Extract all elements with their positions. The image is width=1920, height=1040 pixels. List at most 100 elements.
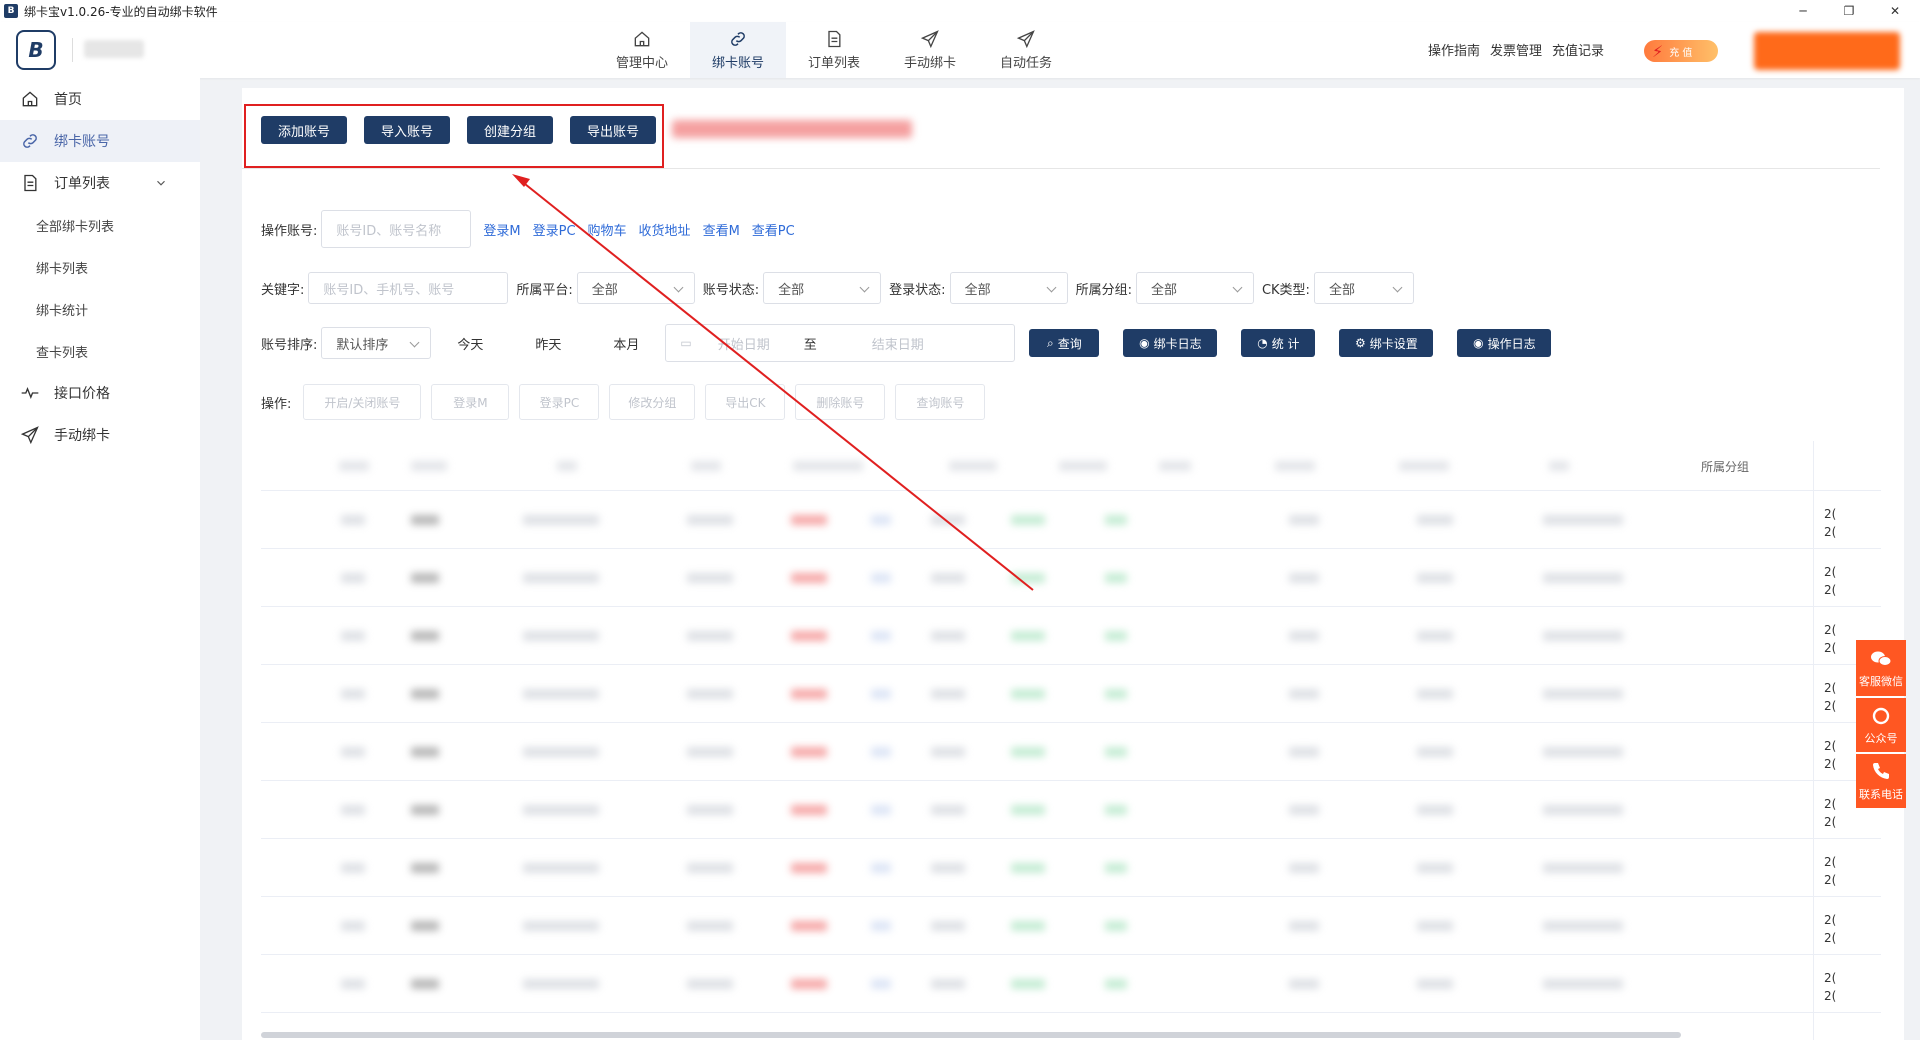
table-row[interactable]	[261, 665, 1881, 723]
bind-log-button[interactable]: ◉ 绑卡日志	[1123, 329, 1218, 357]
link-recharge-record[interactable]: 充值记录	[1552, 40, 1604, 59]
nav-item-manual-bind[interactable]: 手动绑卡	[882, 22, 978, 78]
notice-blurred	[672, 120, 912, 138]
modify-group-button[interactable]: 修改分组	[609, 384, 696, 420]
day-yesterday[interactable]: 昨天	[509, 334, 587, 353]
header-cell-blurred	[949, 461, 997, 471]
table-cell-blurred	[1289, 805, 1319, 815]
query-button[interactable]: ⌕ 查询	[1029, 329, 1100, 357]
table-row[interactable]	[261, 723, 1881, 781]
nav-item-auto-task[interactable]: 自动任务	[978, 22, 1074, 78]
export-account-button[interactable]: 导出账号	[570, 116, 656, 144]
nav-item-admin[interactable]: 管理中心	[594, 22, 690, 78]
table-cell-blurred	[931, 979, 965, 989]
platform-label: 所属平台:	[516, 282, 573, 298]
accounts-table: 所属分组 2(2(2(2(2(2(2(2(2(2(2(2(2(2(2(2(2(2…	[261, 441, 1881, 1040]
link-guide[interactable]: 操作指南	[1428, 40, 1480, 59]
nav-item-orders[interactable]: 订单列表	[786, 22, 882, 78]
platform-select[interactable]: 全部	[576, 272, 695, 304]
sidebar-sub-all-bind-list[interactable]: 全部绑卡列表	[0, 204, 200, 246]
add-account-button[interactable]: 添加账号	[261, 116, 347, 144]
link-login-pc[interactable]: 登录PC	[533, 220, 576, 239]
header-cell-blurred	[1275, 461, 1315, 471]
sidebar-item-accounts[interactable]: 绑卡账号	[0, 120, 200, 162]
minimize-button[interactable]: ─	[1780, 0, 1826, 22]
day-month[interactable]: 本月	[587, 334, 665, 353]
date-range-picker[interactable]: ▭ 开始日期 至 结束日期	[665, 324, 1016, 362]
fixed-cell-text: 2(	[1824, 565, 1837, 579]
table-cell-blurred	[411, 921, 439, 931]
login-m-button[interactable]: 登录M	[431, 384, 510, 420]
table-cell-blurred	[1417, 747, 1453, 757]
table-row[interactable]	[261, 839, 1881, 897]
table-cell-blurred	[1011, 747, 1045, 757]
export-ck-button[interactable]: 导出CK	[705, 384, 786, 420]
sidebar-sub-bind-stats[interactable]: 绑卡统计	[0, 288, 200, 330]
table-cell-blurred	[871, 631, 891, 641]
create-group-button[interactable]: 创建分组	[467, 116, 553, 144]
top-nav: 管理中心 绑卡账号 订单列表 手动绑卡 自动任务	[594, 22, 1074, 78]
eye-icon: ◉	[1473, 336, 1484, 350]
sort-select[interactable]: 默认排序	[321, 327, 432, 359]
nav-label: 管理中心	[615, 56, 668, 71]
sidebar-item-orders[interactable]: 订单列表	[0, 162, 200, 204]
link-address[interactable]: 收货地址	[639, 220, 691, 239]
table-cell-blurred	[687, 515, 733, 525]
header-cell-blurred	[691, 461, 721, 471]
table-cell-blurred	[687, 921, 733, 931]
table-cell-blurred	[687, 573, 733, 583]
table-row[interactable]	[261, 607, 1881, 665]
sidebar-item-home[interactable]: 首页	[0, 78, 200, 120]
nav-item-accounts[interactable]: 绑卡账号	[690, 22, 786, 78]
stats-button[interactable]: ◔ 统 计	[1241, 329, 1316, 357]
login-status-select[interactable]: 全部	[949, 272, 1068, 304]
ck-type-select[interactable]: 全部	[1313, 272, 1414, 304]
sidebar-item-manual-bind[interactable]: 手动绑卡	[0, 414, 200, 456]
toggle-account-button[interactable]: 开启/关闭账号	[303, 384, 422, 420]
sidebar-item-api-price[interactable]: 接口价格	[0, 372, 200, 414]
nav-label: 订单列表	[807, 56, 860, 71]
group-select[interactable]: 全部	[1135, 272, 1254, 304]
bind-settings-label: 绑卡设置	[1369, 336, 1418, 351]
bind-settings-button[interactable]: ⚙ 绑卡设置	[1339, 329, 1434, 357]
keyword-input[interactable]: 账号ID、手机号、账号	[308, 272, 509, 304]
account-status-select[interactable]: 全部	[763, 272, 882, 304]
day-today[interactable]: 今天	[431, 334, 509, 353]
table-row[interactable]	[261, 955, 1881, 1013]
link-view-m[interactable]: 查看M	[703, 220, 740, 239]
chart-icon: ◔	[1257, 336, 1268, 350]
contact-wechat[interactable]: 客服微信	[1856, 640, 1906, 696]
table-cell-blurred	[411, 747, 439, 757]
table-row[interactable]	[261, 897, 1881, 955]
link-view-pc[interactable]: 查看PC	[752, 220, 795, 239]
table-cell-blurred	[1417, 689, 1453, 699]
import-account-button[interactable]: 导入账号	[364, 116, 450, 144]
table-cell-blurred	[1105, 805, 1127, 815]
filter-row: 关键字: 账号ID、手机号、账号 所属平台: 全部 账号状态: 全部 登录状态:…	[261, 272, 1414, 304]
contact-phone[interactable]: 联系电话	[1856, 754, 1906, 808]
recharge-button[interactable]: ⚡ 充 值	[1644, 40, 1718, 62]
start-date: 开始日期	[717, 337, 770, 353]
op-account-input[interactable]: 账号ID、账号名称	[321, 210, 472, 248]
table-cell-blurred	[1105, 747, 1127, 757]
login-pc-button[interactable]: 登录PC	[519, 384, 600, 420]
restore-button[interactable]: ❐	[1826, 0, 1872, 22]
table-cell-blurred	[931, 747, 965, 757]
horizontal-scrollbar[interactable]	[261, 1032, 1681, 1038]
table-row[interactable]	[261, 781, 1881, 839]
table-row[interactable]	[261, 491, 1881, 549]
sidebar-sub-bind-list[interactable]: 绑卡列表	[0, 246, 200, 288]
link-cart[interactable]: 购物车	[588, 220, 627, 239]
link-invoice[interactable]: 发票管理	[1490, 40, 1542, 59]
account-balance-blurred[interactable]	[1754, 32, 1900, 70]
contact-official-account[interactable]: 公众号	[1856, 698, 1906, 752]
table-row[interactable]	[261, 549, 1881, 607]
close-button[interactable]: ✕	[1872, 0, 1918, 22]
lightning-icon: ⚡	[1652, 41, 1664, 61]
operation-log-button[interactable]: ◉ 操作日志	[1457, 329, 1552, 357]
link-login-m[interactable]: 登录M	[483, 220, 520, 239]
query-account-button[interactable]: 查询账号	[895, 384, 986, 420]
sidebar-sub-check-card-list[interactable]: 查卡列表	[0, 330, 200, 372]
delete-account-button[interactable]: 删除账号	[795, 384, 886, 420]
table-cell-blurred	[1011, 979, 1045, 989]
